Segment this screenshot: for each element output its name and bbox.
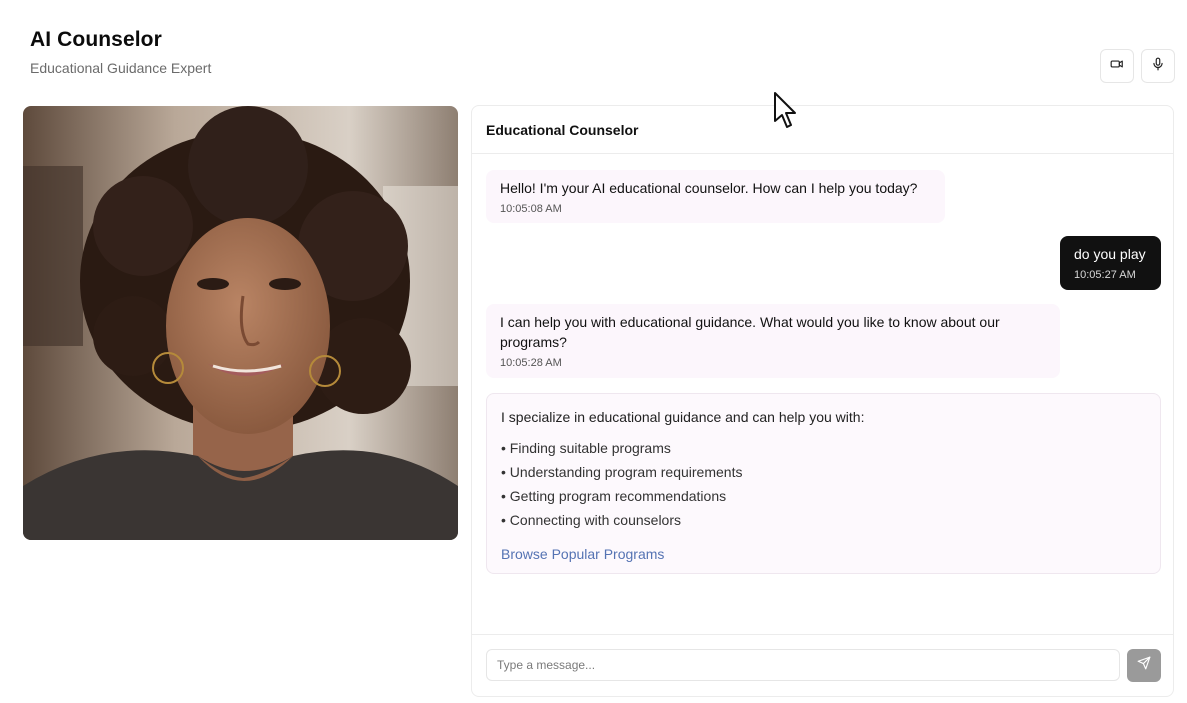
message-text: Hello! I'm your AI educational counselor…: [500, 180, 918, 196]
bot-message-1: Hello! I'm your AI educational counselor…: [486, 170, 945, 223]
message-text: I can help you with educational guidance…: [500, 314, 1000, 350]
send-icon: [1137, 656, 1151, 675]
message-time: 10:05:08 AM: [500, 203, 562, 215]
page-header: AI Counselor Educational Guidance Expert: [30, 28, 211, 76]
send-button[interactable]: [1127, 649, 1161, 682]
chat-header: Educational Counselor: [472, 106, 1173, 154]
message-time: 10:05:28 AM: [500, 357, 562, 369]
message-input[interactable]: [486, 649, 1120, 681]
help-list-item: • Connecting with counselors: [501, 512, 681, 528]
help-card-intro: I specialize in educational guidance and…: [501, 409, 865, 425]
mouse-cursor-icon: [773, 91, 797, 134]
counselor-portrait: [23, 106, 458, 540]
help-list: • Finding suitable programs • Understand…: [501, 436, 1146, 532]
user-message-1: do you play 10:05:27 AM: [1060, 236, 1161, 290]
browse-programs-link[interactable]: Browse Popular Programs: [501, 546, 664, 562]
video-camera-icon: [1110, 57, 1124, 76]
microphone-button[interactable]: [1141, 49, 1175, 83]
help-list-item: • Finding suitable programs: [501, 440, 671, 456]
bot-message-2: I can help you with educational guidance…: [486, 304, 1060, 378]
message-time: 10:05:27 AM: [1074, 269, 1136, 281]
video-button[interactable]: [1100, 49, 1134, 83]
message-text: do you play: [1074, 246, 1146, 262]
help-list-item: • Understanding program requirements: [501, 464, 743, 480]
message-composer: [472, 634, 1173, 696]
page-subtitle: Educational Guidance Expert: [30, 60, 212, 76]
help-card: I specialize in educational guidance and…: [486, 393, 1161, 574]
help-list-item: • Getting program recommendations: [501, 488, 727, 504]
chat-panel: Educational Counselor Hello! I'm your AI…: [471, 105, 1174, 697]
microphone-icon: [1151, 57, 1165, 76]
page-title: AI Counselor: [30, 28, 162, 51]
